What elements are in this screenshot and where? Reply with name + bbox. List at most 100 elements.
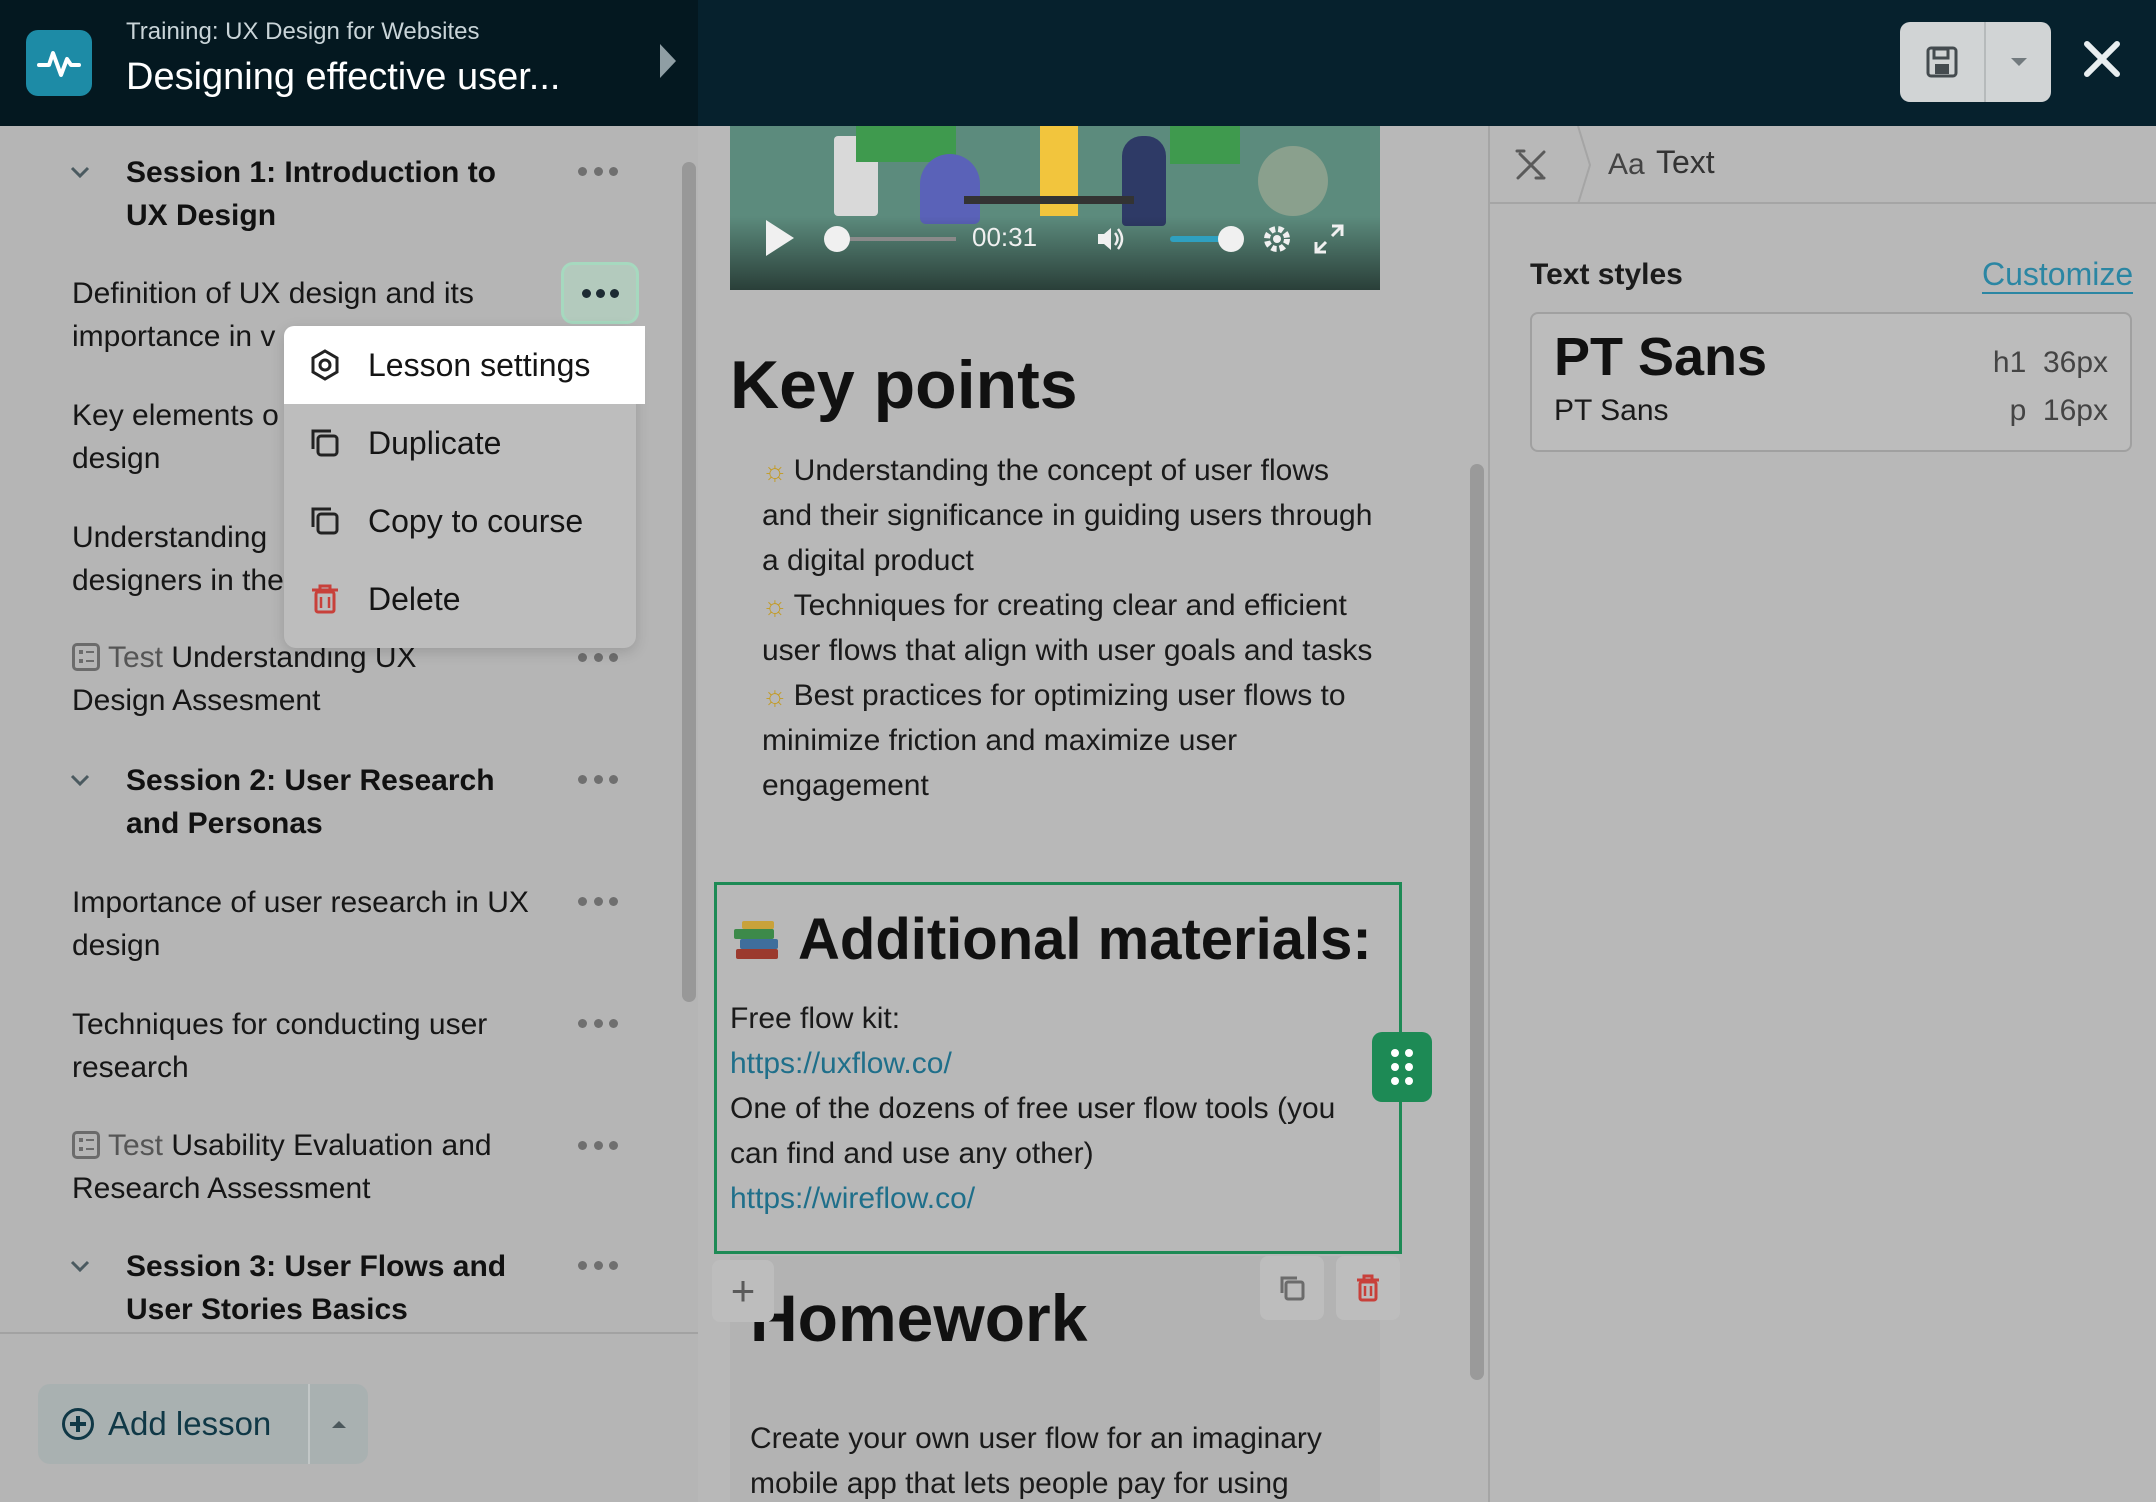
expand-arrow-icon[interactable]	[660, 44, 676, 78]
lesson-more-button[interactable]	[578, 1138, 618, 1152]
plus-icon: +	[730, 1267, 756, 1314]
test-item[interactable]: Test Usability Evaluation and Research A…	[72, 1124, 542, 1210]
close-button[interactable]	[2075, 32, 2129, 86]
chevron-down-icon[interactable]	[70, 1256, 90, 1276]
session-title[interactable]: Session 1: Introduction to UX Design	[126, 151, 526, 237]
add-lesson-group: Add lesson	[38, 1384, 368, 1464]
breadcrumb-separator-icon	[1577, 126, 1592, 204]
menu-item-lesson-settings[interactable]: Lesson settings	[284, 326, 645, 404]
chevron-down-icon	[2010, 58, 2027, 66]
video-player[interactable]: 00:31	[730, 126, 1380, 290]
plus-circle-icon	[62, 1408, 94, 1440]
materials-text: One of the dozens of free user flow tool…	[730, 1092, 1336, 1170]
lesson-title: Designing effective user...	[126, 56, 561, 98]
test-icon	[72, 643, 100, 671]
editor-scrollbar[interactable]	[1470, 464, 1484, 1380]
breadcrumb-text[interactable]: Text	[1656, 144, 1715, 181]
duplicate-block-button[interactable]	[1260, 1256, 1324, 1320]
video-illustration	[1258, 146, 1328, 216]
text-style-card[interactable]: PT Sans PT Sans h1 36px p 16px	[1530, 312, 2132, 452]
add-lesson-button[interactable]: Add lesson	[38, 1384, 308, 1464]
sun-icon: ☼	[762, 455, 788, 486]
additional-materials-heading[interactable]: Additional materials:	[730, 906, 1372, 973]
customize-link[interactable]: Customize	[1982, 256, 2134, 294]
key-points-heading[interactable]: Key points	[730, 346, 1078, 424]
chevron-down-icon[interactable]	[70, 770, 90, 790]
lesson-context-menu: Lesson settings Duplicate Copy to course…	[284, 326, 645, 648]
lesson-editor: 00:31 Key points ☼ Understanding the conc…	[698, 126, 1488, 1502]
course-subtitle: Training: UX Design for Websites	[126, 18, 480, 45]
copy-icon	[1280, 1276, 1305, 1301]
drag-handle-icon[interactable]	[1372, 1032, 1432, 1102]
list-item: ☼ Understanding the concept of user flows…	[762, 448, 1382, 583]
test-item[interactable]: Test Understanding UX Design Assesment	[72, 636, 492, 722]
gear-icon[interactable]	[1260, 222, 1294, 256]
floppy-disk-icon	[1926, 46, 1958, 78]
volume-icon[interactable]	[1096, 224, 1126, 254]
video-illustration	[964, 196, 1134, 204]
video-illustration	[1170, 126, 1240, 164]
test-prefix: Test	[108, 1129, 164, 1162]
materials-text: Free flow kit:	[730, 1002, 901, 1035]
text-styles-label: Text styles	[1530, 258, 1683, 291]
lesson-item[interactable]: Understanding designers in the	[72, 516, 302, 602]
additional-materials-body[interactable]: Free flow kit: https://uxflow.co/ One of…	[730, 996, 1390, 1221]
save-options-dropdown[interactable]	[1986, 22, 2051, 102]
menu-item-duplicate[interactable]: Duplicate	[284, 404, 636, 482]
seek-bar[interactable]	[836, 237, 956, 241]
panel-breadcrumb: Aa Text	[1490, 126, 2156, 204]
menu-item-delete[interactable]: Delete	[284, 560, 636, 638]
homework-heading[interactable]: Homework	[750, 1280, 1087, 1356]
save-button[interactable]	[1900, 22, 1986, 102]
volume-handle[interactable]	[1218, 226, 1244, 252]
menu-item-copy-to-course[interactable]: Copy to course	[284, 482, 636, 560]
session-more-button[interactable]	[578, 1258, 618, 1272]
lesson-item[interactable]: Key elements o design	[72, 394, 292, 480]
add-block-button[interactable]: +	[712, 1260, 774, 1322]
lesson-more-button[interactable]	[578, 1016, 618, 1030]
save-button-group	[1900, 22, 2051, 102]
p-size-spec: p 16px	[2009, 394, 2108, 427]
delete-block-button[interactable]	[1336, 1256, 1400, 1320]
properties-panel: Aa Text Text styles Customize PT Sans PT…	[1488, 126, 2156, 1502]
add-lesson-label: Add lesson	[108, 1405, 272, 1442]
materials-link[interactable]: https://wireflow.co/	[730, 1176, 1390, 1221]
key-points-list[interactable]: ☼ Understanding the concept of user flows…	[762, 448, 1382, 808]
sidebar-scrollbar[interactable]	[682, 162, 696, 1002]
menu-item-label: Lesson settings	[368, 346, 591, 383]
homework-body[interactable]: Create your own user flow for an imagina…	[750, 1416, 1370, 1502]
session-more-button[interactable]	[578, 164, 618, 178]
design-tools-icon[interactable]	[1512, 146, 1550, 184]
app-logo-icon[interactable]	[26, 30, 92, 96]
trash-icon	[312, 584, 338, 614]
close-icon	[2084, 41, 2120, 77]
lesson-item[interactable]: Importance of user research in UX design	[72, 881, 532, 967]
list-item: ☼ Best practices for optimizing user flow…	[762, 673, 1382, 808]
session-title[interactable]: Session 3: User Flows and User Stories B…	[126, 1245, 546, 1331]
sun-icon: ☼	[762, 680, 788, 711]
key-point-text: Best practices for optimizing user flows…	[762, 679, 1346, 802]
add-lesson-options[interactable]	[308, 1384, 368, 1464]
lesson-more-button[interactable]	[578, 650, 618, 664]
copy-icon	[311, 507, 339, 535]
chevron-down-icon[interactable]	[70, 162, 90, 182]
course-header: Training: UX Design for Websites Designi…	[0, 0, 698, 126]
text-style-icon: Aa	[1608, 148, 1645, 181]
lesson-more-button[interactable]	[561, 262, 639, 324]
duplicate-icon	[311, 429, 339, 457]
fullscreen-icon[interactable]	[1312, 222, 1346, 256]
sun-icon: ☼	[762, 590, 788, 621]
seek-handle[interactable]	[824, 226, 850, 252]
play-icon[interactable]	[766, 220, 794, 256]
top-bar: Training: UX Design for Websites Designi…	[0, 0, 2156, 126]
sidebar-footer: Add lesson	[0, 1332, 698, 1502]
session-more-button[interactable]	[578, 772, 618, 786]
session-title[interactable]: Session 2: User Research and Personas	[126, 759, 526, 845]
books-icon	[734, 920, 778, 959]
materials-link[interactable]: https://uxflow.co/	[730, 1041, 1390, 1086]
additional-heading-text: Additional materials:	[798, 907, 1372, 972]
lesson-more-button[interactable]	[578, 894, 618, 908]
list-item: ☼ Techniques for creating clear and effic…	[762, 583, 1382, 673]
lesson-item[interactable]: Techniques for conducting user research	[72, 1003, 542, 1089]
h1-size-spec: h1 36px	[1992, 346, 2108, 379]
